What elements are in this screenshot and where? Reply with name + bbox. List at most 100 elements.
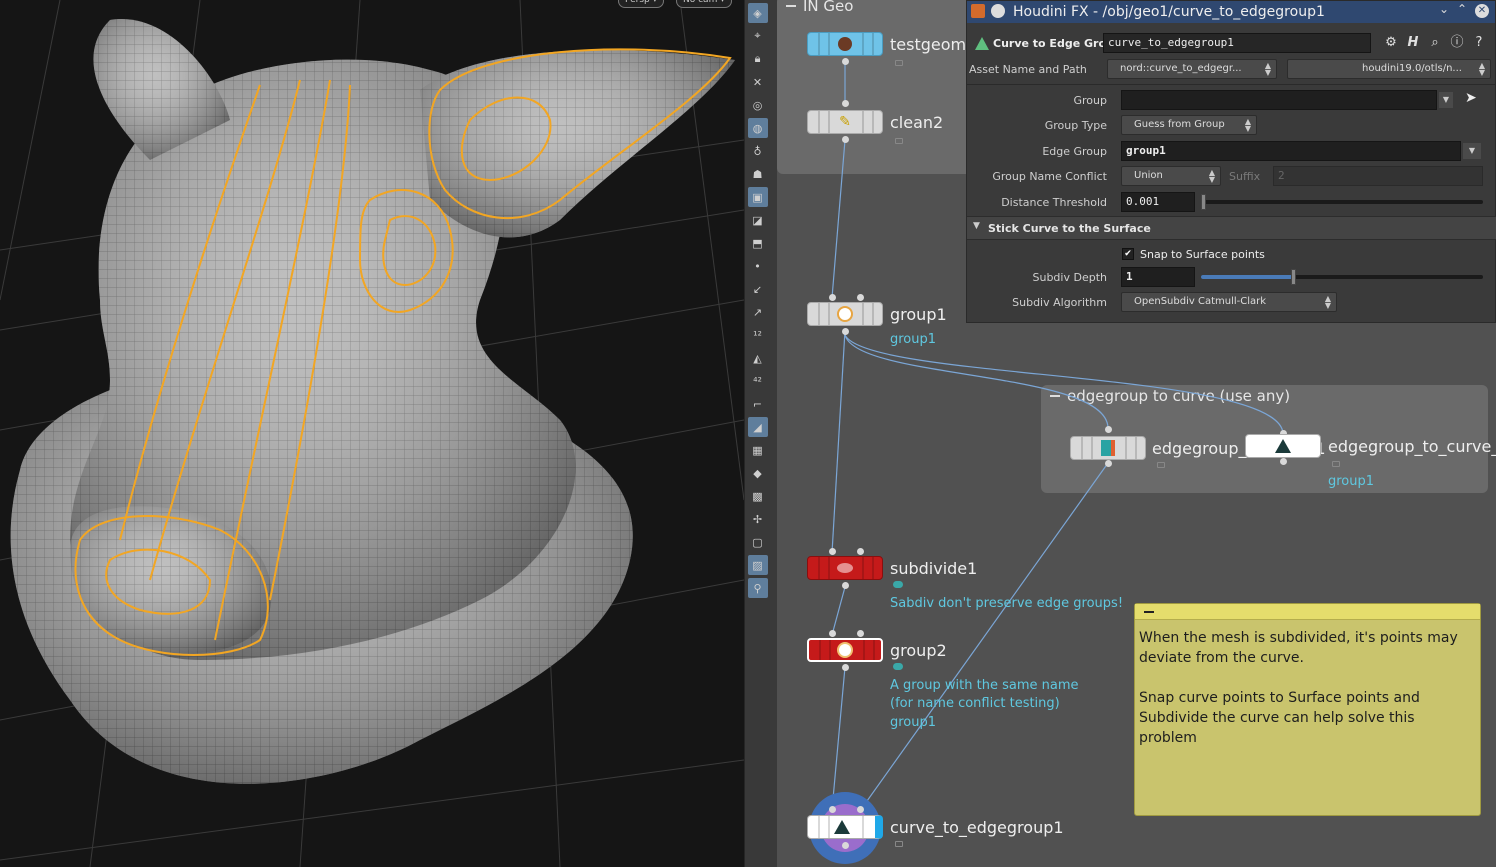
sticky-note[interactable]: When the mesh is subdivided, it's points… [1134, 603, 1481, 816]
comment-icon [893, 663, 903, 670]
window-title: Houdini FX - /obj/geo1/curve_to_edgegrou… [1013, 4, 1325, 20]
normal-display-icon[interactable]: ↙ [748, 279, 768, 299]
checker-icon[interactable]: ▦ [748, 440, 768, 460]
group-icon [837, 306, 853, 322]
hda-icon [833, 820, 850, 834]
pin-icon[interactable]: ⚲ [747, 578, 768, 598]
sticky-note-text[interactable]: When the mesh is subdivided, it's points… [1135, 620, 1480, 756]
pose-tool-icon[interactable]: ⌖ [748, 26, 768, 46]
close-icon[interactable]: ✕ [1475, 4, 1489, 18]
guide-icon[interactable]: ▩ [748, 486, 768, 506]
select-tool-icon[interactable]: ◈ [747, 3, 768, 23]
broom-icon: ✎ [839, 114, 851, 130]
lock-icon[interactable]: 🔒︎ [748, 49, 768, 69]
render-icon[interactable]: ◪ [748, 210, 768, 230]
chevron-down-icon[interactable]: ▼ [1439, 92, 1453, 108]
select-arrow-icon[interactable]: ➤ [1465, 90, 1477, 106]
distance-slider[interactable] [1201, 200, 1483, 204]
viewport-canvas [0, 0, 744, 867]
algo-menu[interactable]: OpenSubdiv Catmull-Clark ▲ ▼ [1121, 292, 1337, 312]
node-name-field[interactable]: curve_to_edgegroup1 [1103, 33, 1371, 53]
asset-path-menu[interactable]: houdini19.0/otls/n... ▲ ▼ [1287, 59, 1491, 79]
scene-viewport[interactable]: Persp ▾ No cam ▾ [0, 0, 744, 867]
depth-label: Subdiv Depth [1032, 270, 1108, 284]
handle-icon[interactable]: ✢ [748, 509, 768, 529]
group-type-label: Group Type [1044, 118, 1107, 132]
parameter-window[interactable]: Houdini FX - /obj/geo1/curve_to_edgegrou… [966, 0, 1496, 323]
light-icon[interactable]: ◎ [748, 95, 768, 115]
node-group2-comment-2: (for name conflict testing) [890, 696, 1060, 711]
suffix-label: Suffix [1229, 169, 1261, 183]
snap-icon[interactable]: ✕ [748, 72, 768, 92]
node-curve-to-edgegroup[interactable] [807, 815, 883, 839]
flag-icon [895, 138, 903, 144]
node-edgegroup-to-curve-2-comment: group1 [1328, 474, 1375, 489]
bulb-icon[interactable]: ♁ [748, 141, 768, 161]
depth-slider[interactable] [1201, 275, 1483, 279]
node-subdivide[interactable] [807, 556, 883, 580]
suffix-field[interactable]: 2 [1273, 166, 1483, 186]
background-icon[interactable]: ▨ [747, 555, 768, 575]
node-subdivide-comment: Sabdiv don't preserve edge groups! [890, 596, 1124, 611]
expand-triangle-icon[interactable]: ▼ [973, 221, 980, 231]
edge-group-field[interactable]: group1 [1121, 141, 1461, 161]
window-title-bar[interactable]: Houdini FX - /obj/geo1/curve_to_edgegrou… [967, 1, 1495, 23]
depth-field[interactable]: 1 [1121, 267, 1195, 287]
hda-icon [1275, 439, 1291, 453]
number-display-icon[interactable]: ¹² [748, 325, 768, 345]
distance-slider-handle[interactable] [1201, 194, 1206, 210]
sticky-note-header[interactable] [1135, 604, 1480, 620]
node-group1[interactable] [807, 302, 883, 326]
flag-icon [895, 60, 903, 66]
sticky-line: Snap curve points to Surface points and [1139, 690, 1420, 706]
group-field[interactable] [1121, 90, 1437, 110]
camera-select-menu[interactable]: No cam ▾ [676, 0, 732, 8]
info-icon[interactable]: ⓘ [1449, 35, 1465, 51]
pig-icon [838, 37, 852, 51]
ghost-icon[interactable]: ☗ [748, 164, 768, 184]
comment-icon [893, 581, 903, 588]
vector-display-icon[interactable]: ↗ [748, 302, 768, 322]
wireframe-icon[interactable]: ▢ [748, 532, 768, 552]
asset-name-menu[interactable]: nord::curve_to_edgegr... ▲ ▼ [1107, 59, 1277, 79]
minimize-icon[interactable]: ⌄ [1439, 2, 1449, 16]
point-display-icon[interactable]: • [748, 256, 768, 276]
search-icon[interactable]: ⌕ [1427, 35, 1443, 51]
node-testgeometry[interactable] [807, 32, 883, 56]
snap-checkbox[interactable]: ✔ [1122, 248, 1134, 260]
node-group2[interactable] [807, 638, 883, 662]
wire-display-icon[interactable]: ◢ [747, 417, 768, 437]
node-clean[interactable]: ✎ [807, 110, 883, 134]
node-testgeometry-label: testgeome [890, 35, 976, 54]
section-header[interactable]: ▼ Stick Curve to the Surface [967, 216, 1496, 240]
sticky-line: Subdivide the curve can help solve this … [1139, 710, 1415, 746]
collapse-icon[interactable] [1143, 606, 1155, 618]
node-edgegroup-to-curve-2[interactable] [1245, 434, 1321, 458]
help-h-icon[interactable]: H [1405, 35, 1421, 51]
edge-display-icon[interactable]: ⌐ [748, 394, 768, 414]
gear-icon[interactable]: ⚙ [1383, 35, 1399, 51]
conflict-menu[interactable]: Union ▲ ▼ [1121, 166, 1221, 186]
lock-icon [895, 841, 903, 847]
camera-persp-menu[interactable]: Persp ▾ [618, 0, 665, 8]
chevron-down-icon[interactable]: ▼ [1463, 143, 1481, 159]
asset-label: Asset Name and Path [969, 62, 1087, 76]
visualize-icon[interactable]: ⬒ [748, 233, 768, 253]
shading-icon[interactable]: ◍ [747, 118, 768, 138]
hda-icon [975, 36, 989, 50]
pane-splitter[interactable] [770, 0, 777, 867]
pin-window-icon[interactable] [991, 4, 1005, 18]
depth-slider-handle[interactable] [1291, 269, 1296, 285]
group-type-menu[interactable]: Guess from Group ▲ ▼ [1121, 115, 1257, 135]
conflict-row: Group Name Conflict Union ▲ ▼ Suffix 2 [967, 165, 1496, 187]
template-icon[interactable]: ◆ [748, 463, 768, 483]
maximize-icon[interactable]: ⌃ [1457, 2, 1467, 16]
asset-row: Asset Name and Path nord::curve_to_edgeg… [967, 58, 1496, 80]
prim-display-icon[interactable]: ◭ [748, 348, 768, 368]
help-icon[interactable]: ? [1471, 35, 1487, 51]
display-icon[interactable]: ▣ [747, 187, 768, 207]
node-edgegroup-to-curve-1[interactable] [1070, 436, 1146, 460]
flag-icon [1332, 461, 1340, 467]
prim-number-icon[interactable]: ⁴² [748, 371, 768, 391]
distance-field[interactable]: 0.001 [1121, 192, 1195, 212]
